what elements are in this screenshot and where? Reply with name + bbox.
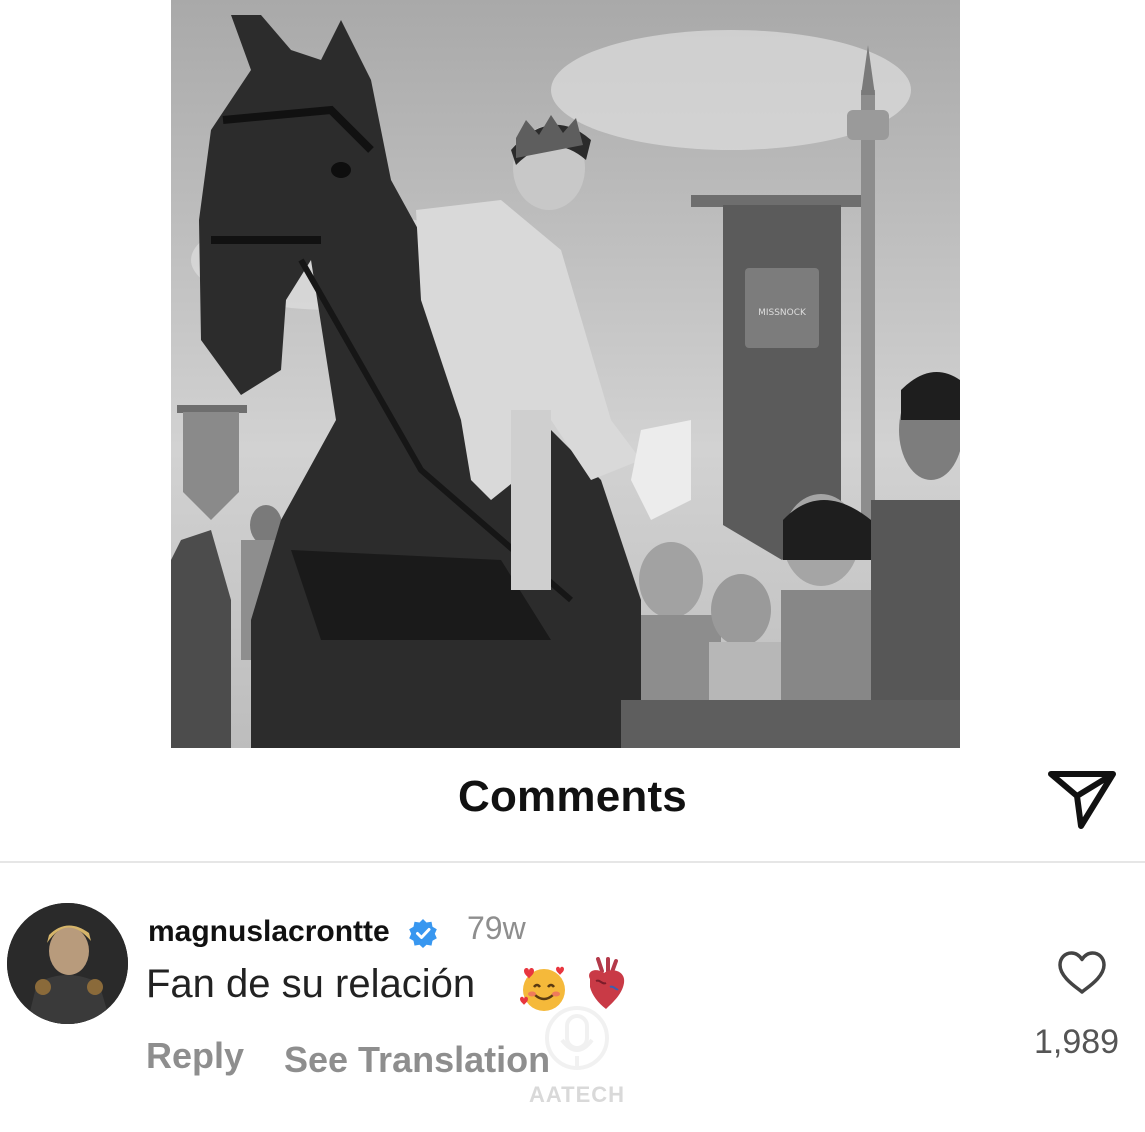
reply-button[interactable]: Reply bbox=[146, 1035, 244, 1077]
comment-username[interactable]: magnuslacrontte bbox=[148, 915, 390, 949]
comment-timestamp: 79w bbox=[467, 910, 526, 946]
banner-text: MISSNOCK bbox=[758, 308, 807, 318]
avatar[interactable] bbox=[7, 903, 128, 1024]
paper-plane-icon[interactable] bbox=[1047, 768, 1117, 830]
heart-outline-icon[interactable] bbox=[1056, 950, 1108, 996]
comments-header: Comments bbox=[0, 748, 1145, 863]
comment-text: Fan de su relación bbox=[146, 962, 476, 1006]
watermark-text: AATECH bbox=[528, 1082, 626, 1107]
verified-badge-icon bbox=[408, 918, 438, 948]
see-translation-button[interactable]: See Translation bbox=[284, 1039, 550, 1081]
post-image[interactable]: MISSNOCK bbox=[171, 0, 960, 748]
illustration-image: MISSNOCK bbox=[171, 0, 960, 748]
like-count: 1,989 bbox=[1034, 1023, 1120, 1061]
comments-title: Comments bbox=[458, 772, 687, 821]
